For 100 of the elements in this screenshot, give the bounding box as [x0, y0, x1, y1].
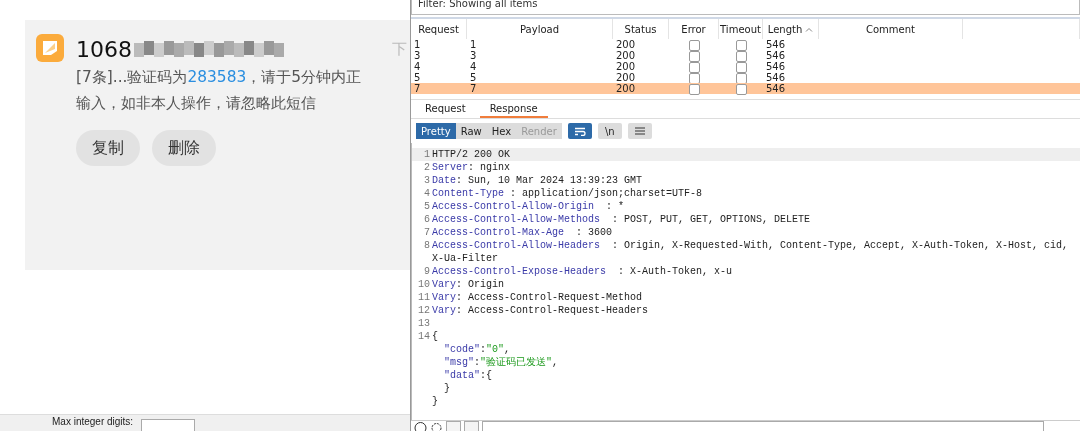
code-text: HTTP/2 200 OK	[431, 148, 510, 161]
column-header[interactable]: Status	[613, 19, 669, 39]
table-cell-text: 4	[413, 61, 422, 73]
table-cell-text: 546	[765, 72, 787, 84]
table-cell-text: 200	[615, 72, 637, 84]
json-value: :{	[480, 369, 493, 382]
view-mode-tab[interactable]: Pretty	[416, 123, 456, 139]
message-text: 输入，如非本人操作，请忽略此短信	[76, 93, 317, 114]
field-label: Max integer digits:	[52, 415, 134, 429]
json-key: "data"	[430, 369, 480, 382]
view-mode-tab[interactable]: Hex	[486, 123, 517, 139]
table-cell-text: 200	[615, 61, 637, 73]
wrap-lines-button[interactable]	[567, 123, 592, 139]
column-header[interactable]: Request	[411, 19, 467, 39]
line-number: 13	[417, 317, 430, 330]
result-row[interactable]: 7 7 200 546	[411, 83, 1080, 94]
back-button[interactable]	[446, 421, 461, 431]
table-cell-text: 4	[469, 61, 478, 73]
settings-icon[interactable]	[430, 421, 443, 431]
header-name: Access-Control-Allow-Methods	[431, 213, 601, 226]
table-cell-text: 3	[469, 50, 478, 62]
header-value: : Access-Control-Request-Method	[456, 291, 643, 304]
header-value: : Sun, 10 Mar 2024 13:39:23 GMT	[456, 174, 643, 187]
json-value: :"验证码已发送",	[474, 356, 559, 369]
column-header[interactable]: Comment	[819, 19, 963, 39]
column-header[interactable]: Payload	[467, 19, 613, 39]
menu-button[interactable]	[627, 123, 652, 139]
header-name: Access-Control-Max-Age	[431, 226, 565, 239]
timeout-checkbox[interactable]	[735, 84, 747, 95]
table-cell-text: 546	[765, 50, 787, 62]
header-value: : 3600	[575, 226, 613, 239]
header-name: Date	[431, 174, 456, 187]
message-text: [7条]...验证码为283583，请于5分钟内正	[76, 67, 363, 88]
table-cell-text: 5	[469, 72, 478, 84]
help-icon[interactable]	[414, 421, 427, 431]
table-cell-text: 200	[615, 39, 637, 51]
json-key: "code"	[430, 343, 480, 356]
table-cell-text: 546	[765, 61, 787, 73]
column-header[interactable]: Length	[763, 19, 819, 39]
action-button[interactable]: 删除	[152, 130, 216, 166]
line-number: 4	[423, 187, 430, 200]
search-field[interactable]	[482, 421, 1044, 431]
input-field[interactable]	[141, 419, 196, 431]
json-key: "msg"	[430, 356, 474, 369]
header-name: Server	[431, 161, 468, 174]
message-tab[interactable]: Response	[479, 100, 548, 118]
code-text: X-Ua-Filter	[431, 252, 498, 265]
timeout-checkbox[interactable]	[735, 40, 747, 51]
newline-toggle[interactable]: \n	[597, 123, 622, 139]
line-number: 14	[417, 330, 430, 343]
result-row[interactable]: 3 3 200 546	[411, 50, 1080, 61]
sort-icon	[805, 26, 814, 32]
table-cell-text: 1	[469, 39, 478, 51]
line-number: 3	[423, 174, 430, 187]
forward-button[interactable]	[464, 421, 479, 431]
line-number: 12	[417, 304, 430, 317]
table-cell-text: 5	[413, 72, 422, 84]
error-checkbox[interactable]	[688, 62, 700, 73]
header-value: : POST, PUT, GET, OPTIONS, DELETE	[611, 213, 811, 226]
table-cell-text: 1	[413, 39, 422, 51]
message-app-icon	[36, 34, 64, 62]
line-number: 2	[423, 161, 430, 174]
header-value: : application/json;charset=UTF-8	[509, 187, 703, 200]
header-name: Access-Control-Expose-Headers	[431, 265, 607, 278]
line-number: 6	[423, 213, 430, 226]
view-mode-tab[interactable]: Raw	[455, 123, 487, 139]
result-row[interactable]: 1 1 200 546	[411, 39, 1080, 50]
header-name: Vary	[431, 278, 456, 291]
code-text: {	[431, 330, 438, 343]
line-number: 8	[423, 239, 430, 252]
header-name: Content-Type	[431, 187, 504, 200]
table-cell-text: 546	[765, 39, 787, 51]
timeout-checkbox[interactable]	[735, 51, 747, 62]
line-number: 7	[423, 226, 430, 239]
column-header[interactable]: Timeout	[719, 19, 763, 39]
column-header[interactable]: Error	[669, 19, 719, 39]
table-cell-text: 3	[413, 50, 422, 62]
header-value: : Origin	[456, 278, 505, 291]
table-cell-text: 200	[615, 83, 637, 95]
wrap-icon	[573, 126, 586, 136]
message-tab[interactable]: Request	[415, 100, 476, 118]
line-number: 5	[423, 200, 430, 213]
header-name: Vary	[431, 304, 456, 317]
error-checkbox[interactable]	[688, 84, 700, 95]
header-value: : X-Auth-Token, x-u	[617, 265, 733, 278]
line-number: 9	[423, 265, 430, 278]
action-button[interactable]: 复制	[76, 130, 140, 166]
error-checkbox[interactable]	[688, 40, 700, 51]
line-number: 1	[423, 148, 430, 161]
table-cell-text: 546	[765, 83, 787, 95]
header-name: Access-Control-Allow-Origin	[431, 200, 595, 213]
timeout-checkbox[interactable]	[735, 62, 747, 73]
header-value: : Access-Control-Request-Headers	[456, 304, 649, 317]
table-cell-text: 200	[615, 50, 637, 62]
filter-bar[interactable]: Filter: Showing all items	[411, 0, 1080, 15]
code-text: }	[431, 395, 438, 408]
error-checkbox[interactable]	[688, 51, 700, 62]
header-name: Access-Control-Allow-Headers	[431, 239, 601, 252]
header-value: : nginx	[468, 161, 511, 174]
result-row[interactable]: 4 4 200 546	[411, 61, 1080, 72]
